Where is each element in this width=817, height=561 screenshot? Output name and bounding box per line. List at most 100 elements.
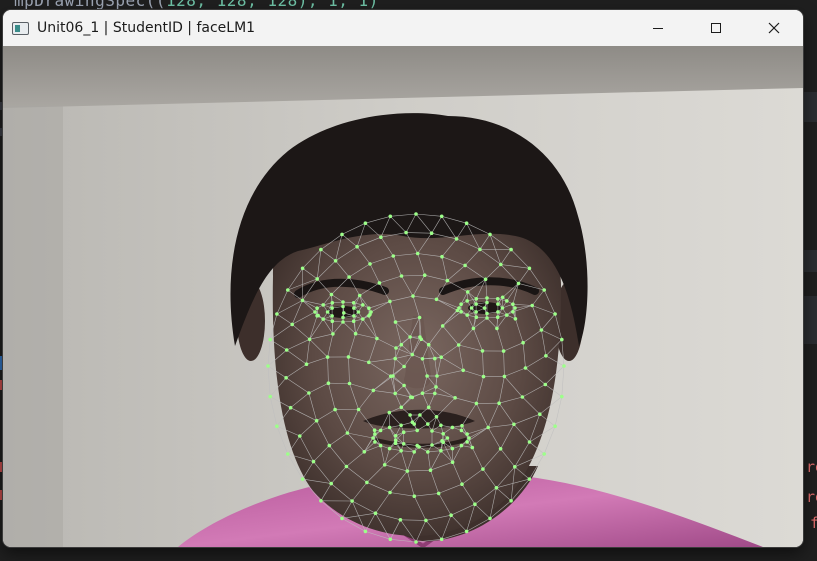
face-landmark-point (412, 494, 417, 499)
face-landmark-point (344, 464, 349, 469)
face-landmark-point (485, 311, 489, 316)
face-landmark-point (393, 320, 398, 324)
face-landmark-point (445, 278, 450, 283)
face-landmark-point (290, 322, 295, 327)
face-landmark-point (379, 235, 383, 239)
face-landmark-point (497, 401, 501, 406)
face-landmark-point (527, 477, 532, 481)
minimize-button[interactable] (629, 10, 687, 46)
face-landmark-point (505, 313, 509, 317)
face-landmark-point (441, 440, 446, 445)
opencv-window: Unit06_1 | StudentID | faceLM1 (3, 10, 803, 547)
close-icon (768, 22, 780, 34)
face-landmark-point (543, 382, 548, 387)
face-landmark-point (480, 349, 485, 353)
face-landmark-point (357, 293, 362, 298)
face-landmark-point (485, 300, 489, 305)
face-landmark-point (560, 394, 564, 399)
face-landmark-point (445, 436, 450, 440)
face-landmark-point (399, 448, 403, 453)
code-text: mpDrawingSpec(( (14, 0, 166, 10)
face-landmark-point (288, 405, 293, 410)
face-landmark-point (509, 499, 513, 503)
face-landmark-point (378, 428, 383, 433)
face-landmark-point (434, 385, 438, 389)
face-landmark-point (424, 518, 428, 523)
editor-panel-edge (803, 92, 817, 122)
face-landmark-point (474, 310, 478, 314)
face-landmark-point (439, 423, 443, 428)
face-landmark-point (351, 319, 356, 324)
face-landmark-point (399, 342, 404, 347)
face-landmark-point (346, 355, 351, 359)
face-landmark-point (485, 296, 489, 300)
face-landmark-point (453, 396, 457, 400)
face-landmark-point (361, 303, 365, 307)
face-landmark-point (307, 337, 312, 342)
face-landmark-point (426, 422, 430, 426)
face-landmark-point (418, 413, 422, 417)
face-landmark-point (433, 356, 437, 361)
face-landmark-point (485, 316, 489, 320)
face-landmark-point (351, 301, 356, 305)
face-landmark-point (450, 446, 455, 451)
close-button[interactable] (745, 10, 803, 46)
face-landmark-point (401, 430, 406, 435)
editor-panel-edge (803, 250, 817, 272)
face-landmark-point (523, 366, 528, 370)
face-landmark-point (481, 374, 486, 379)
face-landmark-point (399, 405, 404, 410)
face-landmark-point (365, 480, 369, 485)
face-landmark-point (469, 306, 474, 310)
face-landmark-point (330, 314, 334, 318)
window-titlebar[interactable]: Unit06_1 | StudentID | faceLM1 (3, 10, 803, 46)
face-landmark-point (430, 443, 434, 447)
face-landmark-point (275, 424, 279, 429)
face-landmark-point (478, 247, 482, 252)
face-landmark-point (393, 438, 398, 443)
face-landmark-point (511, 310, 515, 314)
face-landmark-point (345, 431, 350, 435)
face-landmark-point (436, 491, 441, 496)
face-landmark-point (393, 356, 398, 361)
face-landmark-point (319, 247, 323, 252)
minimize-icon (653, 28, 663, 29)
face-landmark-point (456, 343, 461, 347)
face-landmark-point (474, 401, 479, 406)
face-landmark-point (347, 275, 351, 279)
face-landmark-point (284, 376, 288, 380)
face-landmark-point (494, 486, 499, 490)
face-landmark-point (488, 232, 492, 237)
face-landmark-point (410, 352, 415, 357)
face-landmark-point (422, 273, 427, 277)
face-landmark-point (471, 326, 476, 331)
face-landmark-point (470, 445, 475, 450)
face-landmark-point (501, 349, 506, 353)
face-landmark-point (314, 418, 319, 423)
face-landmark-point (391, 254, 396, 258)
face-landmark-point (373, 432, 377, 436)
face-landmark-point (495, 326, 499, 331)
face-landmark-point (429, 231, 434, 235)
face-landmark-point (393, 391, 398, 396)
face-landmark-point (394, 346, 398, 350)
face-landmark-point (420, 357, 425, 361)
face-landmark-point (483, 277, 488, 281)
face-landmark-point (321, 303, 326, 307)
face-landmark-point (378, 443, 383, 448)
face-landmark-point (474, 315, 479, 320)
editor-code-fragment: f (810, 514, 817, 532)
face-landmark-point (391, 374, 395, 378)
face-landmark-point (356, 407, 361, 412)
face-landmark-point (496, 302, 500, 306)
face-landmark-point (461, 368, 466, 373)
maximize-button[interactable] (687, 10, 745, 46)
face-landmark-point (488, 516, 492, 521)
face-landmark-point (460, 482, 464, 487)
face-landmark-point (319, 499, 323, 503)
face-landmark-point (463, 263, 467, 268)
face-landmark-point (362, 450, 367, 454)
face-landmark-point (266, 364, 270, 368)
face-landmark-point (382, 463, 387, 467)
face-landmark-point (440, 254, 444, 259)
